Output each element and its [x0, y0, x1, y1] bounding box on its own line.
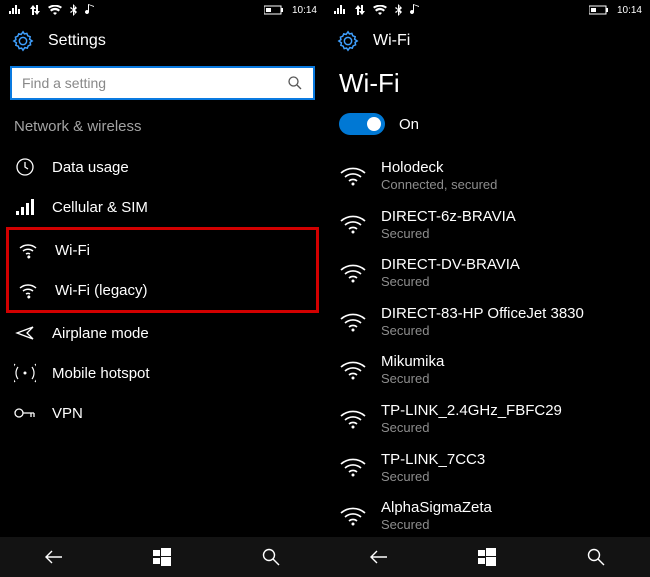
setting-label: Mobile hotspot [52, 365, 150, 382]
network-name: Mikumika [381, 353, 444, 371]
network-status: Secured [381, 469, 485, 485]
bluetooth-icon [395, 4, 402, 16]
network-item[interactable]: MikumikaSecured [325, 345, 650, 394]
wifi-status-icon [48, 5, 62, 15]
wifi-secure-icon [339, 210, 367, 238]
setting-wifi[interactable]: Wi-Fi [9, 230, 316, 270]
gear-icon [337, 30, 359, 52]
setting-airplane-mode[interactable]: Airplane mode [0, 313, 325, 353]
battery-icon [264, 5, 284, 15]
wifi-toggle-label: On [399, 116, 419, 133]
signal-bars-icon [14, 196, 36, 218]
signal-icon [8, 5, 22, 15]
network-name: Holodeck [381, 159, 497, 177]
data-icon [355, 5, 365, 15]
battery-icon [589, 5, 609, 15]
network-status: Secured [381, 274, 520, 290]
title-row: Wi-Fi [325, 20, 650, 62]
network-item[interactable]: TP-LINK_7CC3Secured [325, 443, 650, 492]
wifi-secure-icon [339, 259, 367, 287]
wifi-heading: Wi-Fi [325, 62, 650, 113]
setting-cellular-sim[interactable]: Cellular & SIM [0, 187, 325, 227]
airplane-icon [14, 322, 36, 344]
wifi-icon [17, 239, 39, 261]
wifi-secure-icon [339, 453, 367, 481]
section-label: Network & wireless [0, 114, 325, 147]
wifi-secure-icon [339, 162, 367, 190]
network-item[interactable]: AlphaSigmaZetaSecured [325, 491, 650, 540]
signal-icon [333, 5, 347, 15]
network-name: DIRECT-6z-BRAVIA [381, 208, 516, 226]
wifi-secure-icon [339, 356, 367, 384]
setting-label: Wi-Fi [55, 242, 90, 259]
network-item[interactable]: TP-LINK_2.4GHz_FBFC29Secured [325, 394, 650, 443]
network-item[interactable]: DIRECT-6z-BRAVIASecured [325, 200, 650, 249]
highlight-box: Wi-Fi Wi-Fi (legacy) [6, 227, 319, 313]
network-item[interactable]: DIRECT-83-HP OfficeJet 3830Secured [325, 297, 650, 346]
search-button[interactable] [249, 537, 293, 577]
setting-label: Data usage [52, 159, 129, 176]
setting-label: Airplane mode [52, 325, 149, 342]
page-title: Settings [48, 32, 106, 50]
back-button[interactable] [357, 537, 401, 577]
wifi-pane: 10:14 Wi-Fi Wi-Fi On HolodeckConnected, … [325, 0, 650, 577]
network-status: Secured [381, 517, 492, 533]
wifi-toggle[interactable] [339, 113, 385, 135]
data-icon [30, 5, 40, 15]
network-item[interactable]: HolodeckConnected, secured [325, 151, 650, 200]
network-item[interactable]: DIRECT-DV-BRAVIASecured [325, 248, 650, 297]
search-placeholder: Find a setting [22, 75, 287, 91]
bluetooth-icon [70, 4, 77, 16]
network-list: HolodeckConnected, secured DIRECT-6z-BRA… [325, 149, 650, 542]
wifi-status-icon [373, 5, 387, 15]
clock-icon [14, 156, 36, 178]
network-name: TP-LINK_7CC3 [381, 451, 485, 469]
setting-label: Wi-Fi (legacy) [55, 282, 148, 299]
back-button[interactable] [32, 537, 76, 577]
settings-list: Data usage Cellular & SIM Wi-Fi Wi-Fi (l… [0, 147, 325, 433]
setting-wifi-legacy[interactable]: Wi-Fi (legacy) [9, 270, 316, 310]
wifi-secure-icon [339, 502, 367, 530]
clock-text: 10:14 [617, 5, 642, 16]
clock-text: 10:14 [292, 5, 317, 16]
setting-vpn[interactable]: VPN [0, 393, 325, 433]
hotspot-icon [14, 362, 36, 384]
setting-label: VPN [52, 405, 83, 422]
network-name: DIRECT-83-HP OfficeJet 3830 [381, 305, 584, 323]
network-status: Secured [381, 371, 444, 387]
nav-bar [325, 537, 650, 577]
status-bar: 10:14 [325, 0, 650, 20]
network-status: Secured [381, 323, 584, 339]
nav-bar [0, 537, 325, 577]
status-bar: 10:14 [0, 0, 325, 20]
network-name: AlphaSigmaZeta [381, 499, 492, 517]
wifi-toggle-row: On [325, 113, 650, 149]
wifi-secure-icon [339, 405, 367, 433]
wifi-secure-icon [339, 308, 367, 336]
network-status: Connected, secured [381, 177, 497, 193]
wifi-icon [17, 279, 39, 301]
title-row: Settings [0, 20, 325, 62]
music-icon [410, 4, 419, 16]
search-input[interactable]: Find a setting [10, 66, 315, 100]
search-button[interactable] [574, 537, 618, 577]
page-title: Wi-Fi [373, 32, 410, 50]
network-name: DIRECT-DV-BRAVIA [381, 256, 520, 274]
start-button[interactable] [465, 537, 509, 577]
network-status: Secured [381, 420, 562, 436]
music-icon [85, 4, 94, 16]
setting-label: Cellular & SIM [52, 199, 148, 216]
network-status: Secured [381, 226, 516, 242]
gear-icon [12, 30, 34, 52]
setting-mobile-hotspot[interactable]: Mobile hotspot [0, 353, 325, 393]
start-button[interactable] [140, 537, 184, 577]
settings-pane: 10:14 Settings Find a setting Network & … [0, 0, 325, 577]
network-name: TP-LINK_2.4GHz_FBFC29 [381, 402, 562, 420]
search-icon [287, 75, 303, 91]
setting-data-usage[interactable]: Data usage [0, 147, 325, 187]
vpn-icon [14, 402, 36, 424]
